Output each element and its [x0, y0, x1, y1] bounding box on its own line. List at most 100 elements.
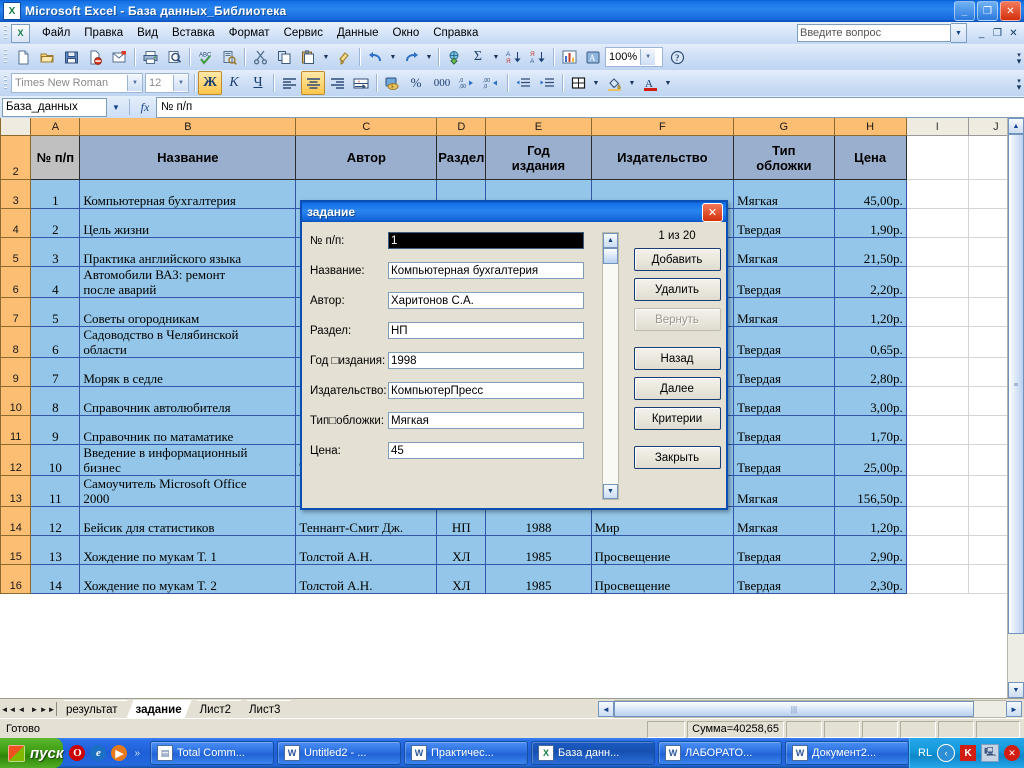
toolbar-grip-handle[interactable]	[2, 49, 9, 65]
row-header-15[interactable]: 15	[0, 535, 32, 565]
cell-cover[interactable]: Твердая	[733, 444, 835, 476]
email-icon[interactable]	[107, 45, 131, 69]
cell-cover[interactable]: Твердая	[733, 266, 835, 298]
chevron-down-icon[interactable]: ▼	[951, 23, 967, 43]
cell-title[interactable]: Практика английского языка	[79, 237, 297, 267]
header-cell-author[interactable]: Автор	[295, 135, 438, 180]
cell-price[interactable]: 25,00р.	[833, 444, 907, 476]
taskbar-button[interactable]: W Практичес...	[404, 741, 529, 765]
table-row[interactable]: 16 14 Хождение по мукам Т. 2 Толстой А.Н. ХЛ…	[0, 564, 1024, 594]
minimize-button[interactable]: _	[954, 1, 975, 21]
data-form-dialog[interactable]: задание ✕ № п/п: 1 Название: Компьютерная б…	[300, 200, 728, 510]
open-folder-icon[interactable]	[35, 45, 59, 69]
empty-cell[interactable]	[905, 135, 969, 180]
cell-price[interactable]: 2,80р.	[833, 357, 907, 387]
sort-descending-icon[interactable]: ЯА	[526, 45, 550, 69]
increase-indent-icon[interactable]	[535, 71, 559, 95]
cell-price[interactable]: 1,20р.	[833, 506, 907, 536]
chevron-double-right-icon[interactable]: »	[134, 748, 140, 759]
dialog-scroll-thumb[interactable]	[603, 248, 618, 264]
font-size-chevron-down-icon[interactable]: ▼	[173, 75, 188, 91]
cell-title[interactable]: Садоводство в Челябинской области	[79, 326, 297, 358]
increase-decimal-icon[interactable]: ,0,00	[456, 71, 480, 95]
sheet-tab-задание[interactable]: задание	[127, 700, 192, 718]
media-player-icon[interactable]: ▶	[111, 745, 128, 761]
cell-author[interactable]: Теннант-Смит Дж.	[295, 506, 438, 536]
menu-format[interactable]: Формат	[222, 24, 277, 42]
cell-price[interactable]: 156,50р.	[833, 475, 907, 507]
cell-title[interactable]: Советы огородникам	[79, 297, 297, 327]
row-header-11[interactable]: 11	[0, 415, 32, 445]
close-button[interactable]: ✕	[1000, 1, 1021, 21]
cell-cover[interactable]: Мягкая	[733, 475, 835, 507]
header-cell-year[interactable]: Год издания	[485, 135, 592, 180]
cell-number[interactable]: 11	[30, 475, 81, 507]
cell-title[interactable]: Справочник по матаматике	[79, 415, 297, 445]
header-cell-number[interactable]: № п/п	[30, 135, 81, 180]
header-cell-cover[interactable]: Тип обложки	[733, 135, 835, 180]
cell-title[interactable]: Компьютерная бухгалтерия	[79, 179, 297, 209]
cell-title[interactable]: Самоучитель Microsoft Office 2000	[79, 475, 297, 507]
field-input[interactable]: 45	[388, 442, 584, 459]
column-header-e[interactable]: E	[485, 118, 592, 136]
cell-cover[interactable]: Мягкая	[733, 297, 835, 327]
menu-insert[interactable]: Вставка	[165, 24, 222, 42]
undo-icon[interactable]	[363, 45, 387, 69]
cell-price[interactable]: 21,50р.	[833, 237, 907, 267]
column-header-g[interactable]: G	[733, 118, 835, 136]
header-cell-section[interactable]: Раздел	[436, 135, 487, 180]
cell-number[interactable]: 6	[30, 326, 81, 358]
new-document-icon[interactable]	[11, 45, 35, 69]
cell-cover[interactable]: Твердая	[733, 357, 835, 387]
print-icon[interactable]	[138, 45, 162, 69]
maximize-button[interactable]: ❐	[977, 1, 998, 21]
cell-publisher[interactable]: Просвещение	[590, 564, 735, 594]
dialog-button-критерии[interactable]: Критерии	[633, 407, 721, 430]
row-header-16[interactable]: 16	[0, 564, 32, 594]
menu-view[interactable]: Вид	[130, 24, 165, 42]
field-input[interactable]: КомпьютерПресс	[388, 382, 584, 399]
field-input[interactable]: Харитонов С.А.	[388, 292, 584, 309]
cell-year[interactable]: 1985	[485, 564, 592, 594]
dialog-button-добавить[interactable]: Добавить	[633, 248, 721, 271]
scroll-up-icon[interactable]: ▲	[1008, 118, 1024, 134]
italic-button[interactable]: К	[222, 71, 246, 95]
row-header-6[interactable]: 6	[0, 266, 32, 298]
vertical-scroll-thumb[interactable]: ≡	[1008, 134, 1024, 634]
cell-cover[interactable]: Мягкая	[733, 179, 835, 209]
cell-number[interactable]: 1	[30, 179, 81, 209]
cell-number[interactable]: 13	[30, 535, 81, 565]
cell-cover[interactable]: Мягкая	[733, 506, 835, 536]
empty-cell[interactable]	[905, 386, 969, 416]
menu-file[interactable]: Файл	[35, 24, 77, 42]
percent-format-button[interactable]: %	[404, 71, 428, 95]
cell-price[interactable]: 1,20р.	[833, 297, 907, 327]
empty-cell[interactable]	[905, 357, 969, 387]
empty-cell[interactable]	[905, 297, 969, 327]
help-icon[interactable]: ?	[665, 45, 689, 69]
formatting-grip-handle[interactable]	[2, 75, 9, 91]
cell-price[interactable]: 1,70р.	[833, 415, 907, 445]
cell-price[interactable]: 3,00р.	[833, 386, 907, 416]
empty-cell[interactable]	[905, 506, 969, 536]
sheet-tab-Лист3[interactable]: Лист3	[240, 700, 290, 718]
currency-format-icon[interactable]: $	[380, 71, 404, 95]
formula-input[interactable]: № п/п	[156, 96, 1024, 118]
empty-cell[interactable]	[905, 266, 969, 298]
borders-icon[interactable]	[566, 71, 590, 95]
cell-title[interactable]: Автомобили ВАЗ: ремонт после аварий	[79, 266, 297, 298]
redo-icon[interactable]	[399, 45, 423, 69]
cell-publisher[interactable]: Мир	[590, 506, 735, 536]
toolbar-overflow-button[interactable]: ▾ ▾	[1014, 46, 1024, 68]
underline-button[interactable]: Ч	[246, 71, 270, 95]
dialog-button-назад[interactable]: Назад	[633, 347, 721, 370]
internet-explorer-icon[interactable]: e	[90, 745, 107, 761]
taskbar-button[interactable]: W Untitled2 - ...	[277, 741, 402, 765]
row-header-2[interactable]: 2	[0, 135, 32, 180]
font-size-combo[interactable]: 12 ▼	[145, 73, 189, 93]
research-icon[interactable]	[217, 45, 241, 69]
cell-cover[interactable]: Твердая	[733, 535, 835, 565]
row-header-7[interactable]: 7	[0, 297, 32, 327]
cell-section[interactable]: ХЛ	[436, 535, 487, 565]
column-header-h[interactable]: H	[834, 118, 907, 136]
